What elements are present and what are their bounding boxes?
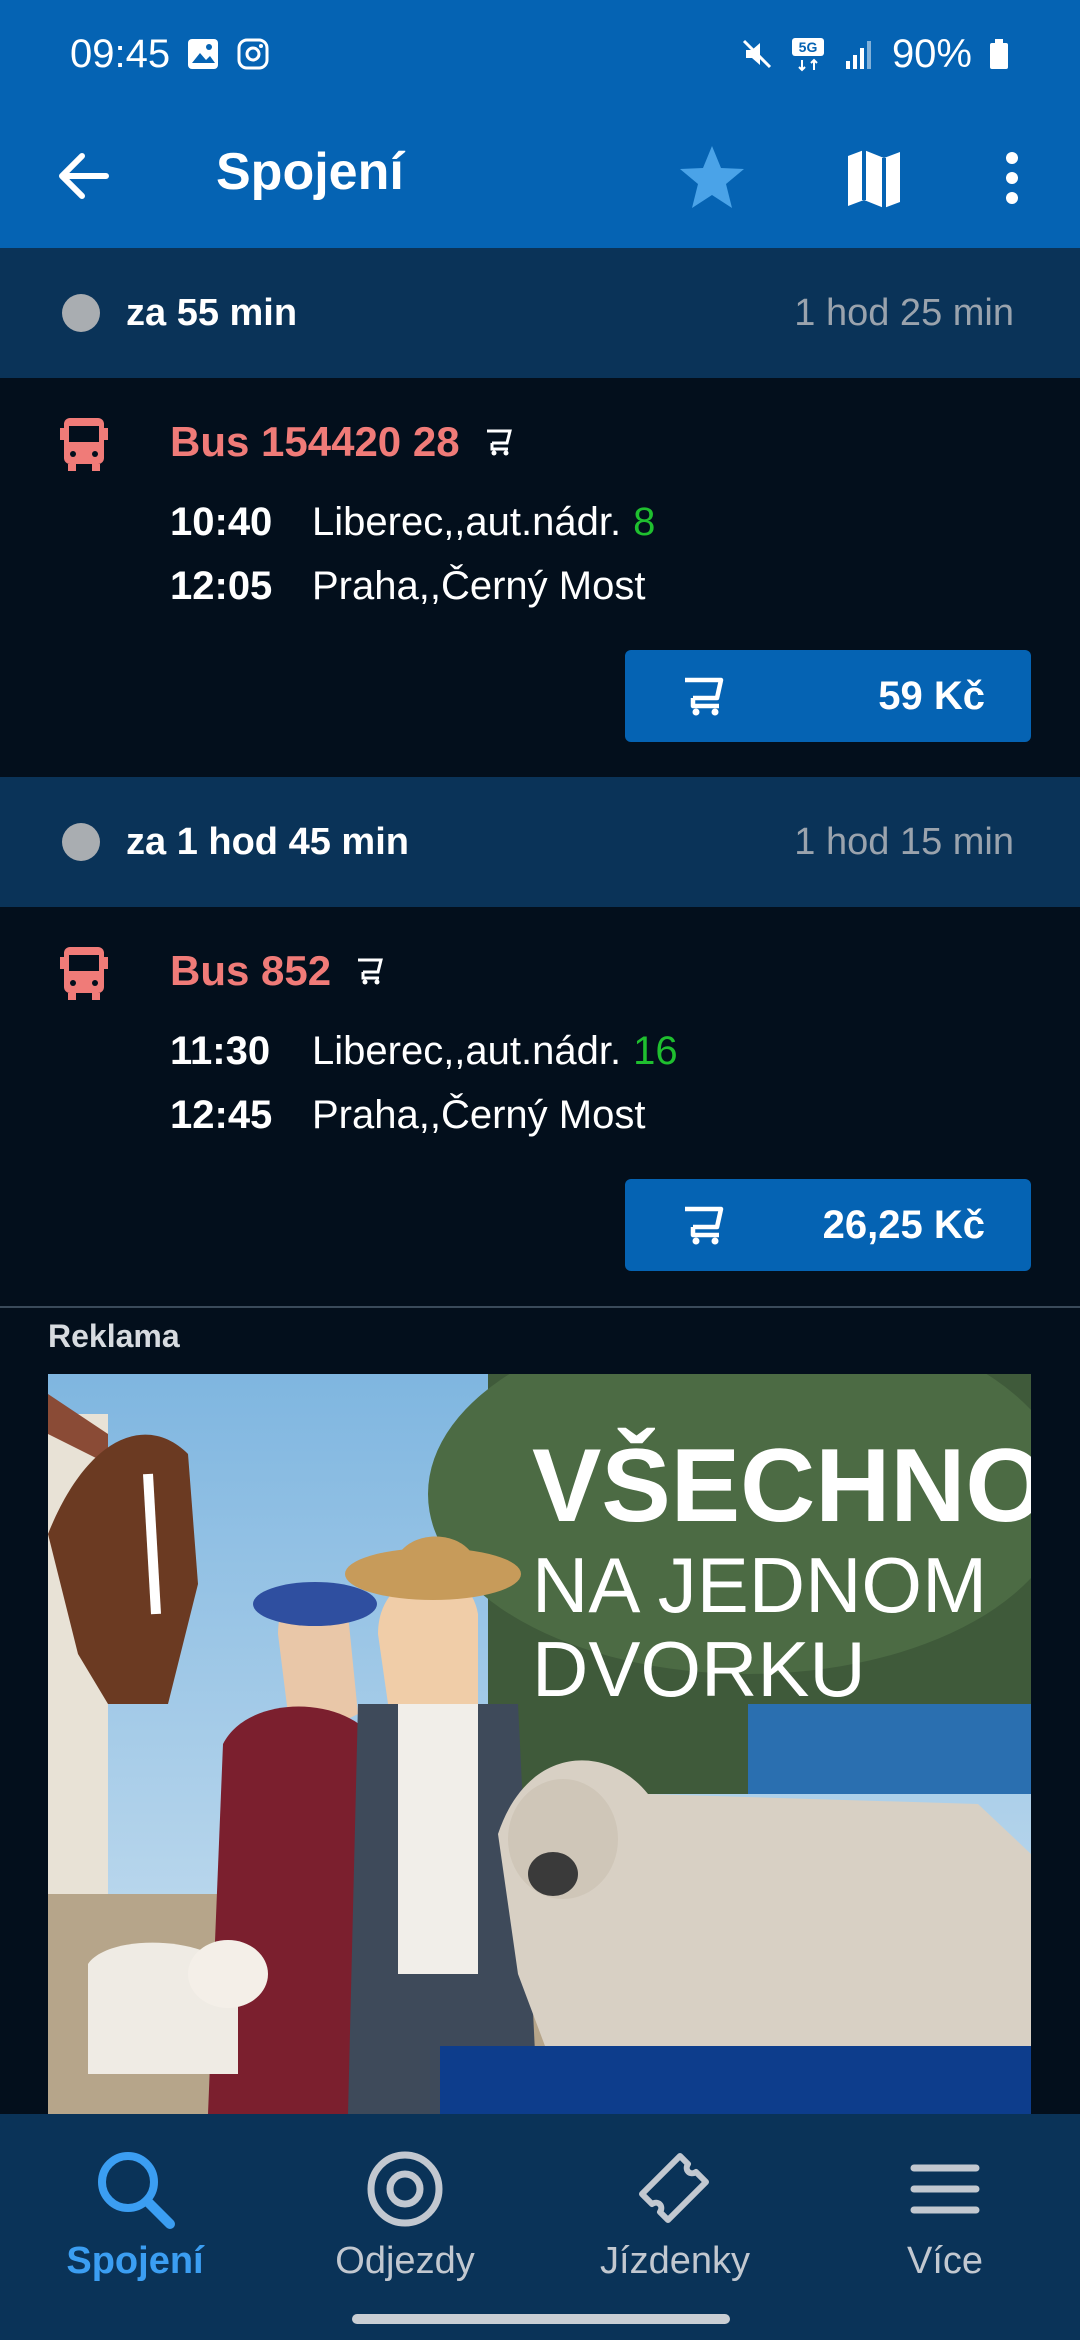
travel-duration: 1 hod 15 min [794, 820, 1014, 863]
target-icon [367, 2151, 443, 2227]
ad-headline-1: VŠECHNO [532, 1428, 1031, 1544]
mute-icon [742, 39, 771, 69]
connection-card[interactable]: Bus 154420 28 10:40 Liberec,,aut.nádr. 8… [0, 378, 1080, 776]
ad-headline-2: NA JEDNOM [532, 1541, 988, 1629]
cart-small-icon [358, 958, 384, 985]
departure-in: za 1 hod 45 min [126, 820, 409, 863]
connection-header[interactable]: za 55 min 1 hod 25 min [0, 248, 1080, 378]
back-arrow-icon[interactable] [52, 144, 116, 208]
travel-duration: 1 hod 25 min [794, 291, 1014, 334]
bus-icon [60, 418, 108, 471]
status-time: 09:45 [70, 31, 171, 76]
ad-headline-3: DVORKU [532, 1625, 866, 1713]
nav-label: Odjezdy [335, 2240, 475, 2282]
battery-icon [990, 39, 1008, 69]
svg-text:5G: 5G [799, 39, 818, 55]
battery-percent: 90% [891, 31, 972, 76]
status-bar: 09:45 5G 90% [0, 0, 1080, 108]
nav-jizdenky[interactable]: Jízdenky [540, 2114, 810, 2292]
platform-number: 16 [633, 1029, 678, 1073]
app-bar: Spojení [0, 108, 1080, 248]
signal-icon [845, 41, 871, 69]
cart-icon [685, 677, 724, 716]
bus-icon [60, 947, 108, 1000]
buy-ticket-button[interactable]: 26,25 Kč [625, 1179, 1031, 1271]
ticket-price: 59 Kč [878, 673, 985, 718]
ad-label: Reklama [48, 1318, 180, 1354]
status-dot [62, 294, 100, 332]
departure-row: 10:40 Liberec,,aut.nádr. 8 [170, 500, 655, 545]
ad-banner[interactable]: VŠECHNO NA JEDNOM DVORKU [48, 1374, 1031, 2114]
arrival-row: 12:45 Praha,,Černý Most [170, 1093, 645, 1138]
ticket-icon [639, 2153, 709, 2223]
arrival-time: 12:05 [170, 564, 273, 608]
page-title: Spojení [216, 143, 404, 201]
departure-in: za 55 min [126, 291, 298, 334]
departure-time: 11:30 [170, 1029, 271, 1073]
nav-label: Spojení [66, 2240, 204, 2282]
favorite-star-icon[interactable] [672, 138, 752, 218]
departure-row: 11:30 Liberec,,aut.nádr. 16 [170, 1029, 678, 1074]
more-options-icon[interactable] [992, 138, 1032, 218]
bottom-navigation: Spojení Odjezdy Jízdenky Více [0, 2114, 1080, 2292]
buy-ticket-button[interactable]: 59 Kč [625, 650, 1031, 742]
connection-header[interactable]: za 1 hod 45 min 1 hod 15 min [0, 777, 1080, 907]
gallery-icon [188, 39, 219, 69]
nav-label: Jízdenky [600, 2240, 750, 2282]
cart-small-icon [486, 429, 512, 456]
arrival-time: 12:45 [170, 1093, 273, 1137]
menu-icon [910, 2164, 980, 2214]
connection-card[interactable]: Bus 852 11:30 Liberec,,aut.nádr. 16 12:4… [0, 907, 1080, 1305]
departure-stop: Liberec,,aut.nádr. [312, 1029, 622, 1073]
nav-spojeni[interactable]: Spojení [0, 2114, 270, 2292]
home-indicator[interactable] [352, 2314, 730, 2324]
arrival-stop: Praha,,Černý Most [312, 564, 646, 608]
arrival-row: 12:05 Praha,,Černý Most [170, 564, 645, 609]
status-dot [62, 823, 100, 861]
instagram-icon [237, 38, 269, 70]
gesture-bar [0, 2292, 1080, 2340]
search-icon [98, 2152, 175, 2229]
cart-icon [685, 1206, 724, 1245]
bus-line: Bus 852 [170, 947, 332, 994]
nav-vice[interactable]: Více [810, 2114, 1080, 2292]
platform-number: 8 [633, 500, 656, 544]
bus-line: Bus 154420 28 [170, 418, 460, 465]
nav-odjezdy[interactable]: Odjezdy [270, 2114, 540, 2292]
5g-icon: 5G [791, 38, 824, 72]
map-icon[interactable] [842, 138, 906, 218]
departure-time: 10:40 [170, 500, 273, 544]
departure-stop: Liberec,,aut.nádr. [312, 500, 622, 544]
ticket-price: 26,25 Kč [822, 1202, 985, 1247]
nav-label: Více [906, 2240, 984, 2282]
arrival-stop: Praha,,Černý Most [312, 1093, 646, 1137]
divider [0, 1306, 1080, 1308]
